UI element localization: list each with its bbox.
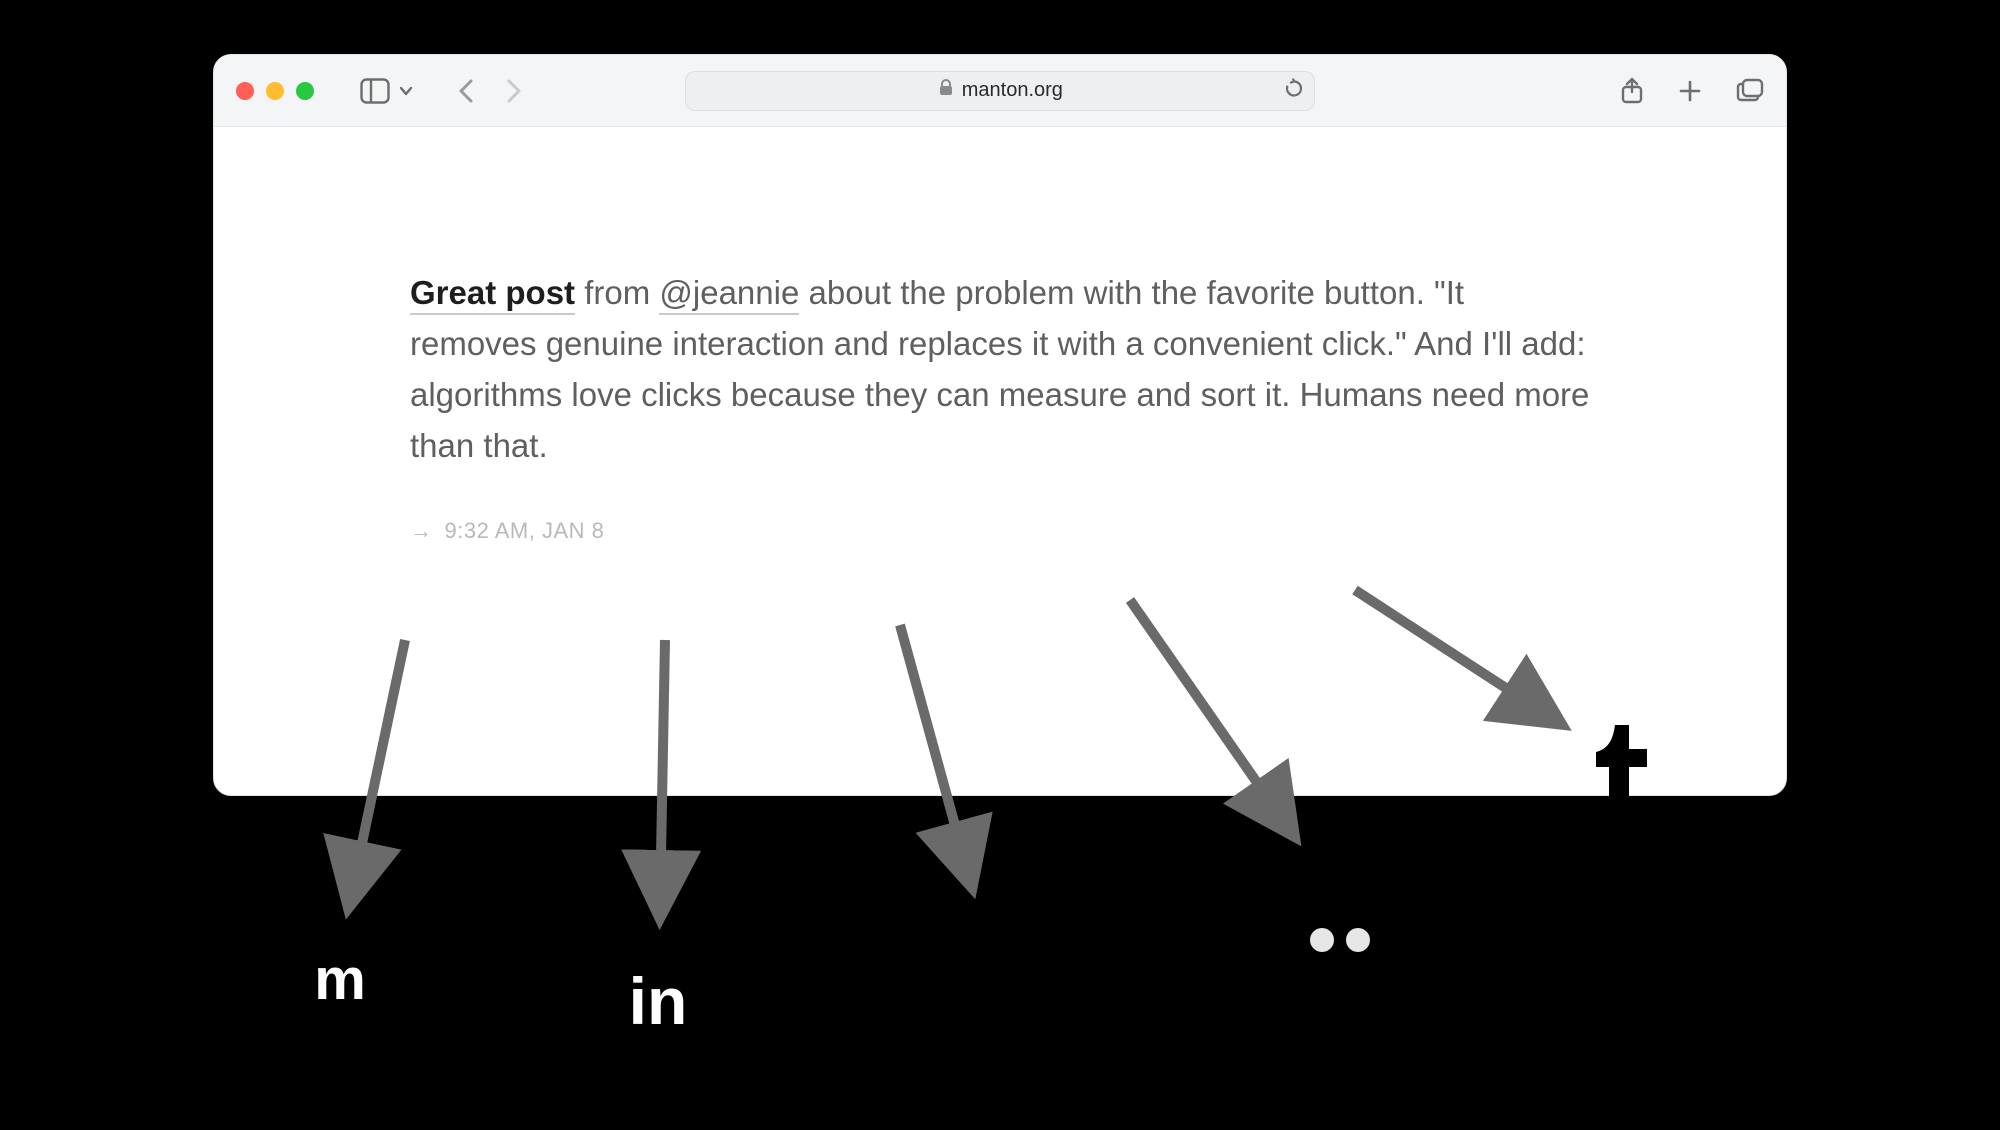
post-text-1: from bbox=[575, 274, 659, 311]
back-button[interactable] bbox=[456, 78, 478, 104]
tumblr-icon bbox=[1580, 720, 1660, 830]
flickr-dot-right bbox=[1346, 928, 1370, 952]
sidebar-menu-chevron-icon[interactable] bbox=[398, 83, 414, 99]
sidebar-toggle-button[interactable] bbox=[360, 78, 390, 104]
meta-arrow-icon: → bbox=[410, 518, 433, 544]
lock-icon bbox=[938, 79, 954, 103]
address-bar[interactable]: manton.org bbox=[685, 71, 1315, 111]
reload-button[interactable] bbox=[1284, 78, 1304, 103]
url-text: manton.org bbox=[962, 79, 1063, 102]
flickr-icon bbox=[1270, 890, 1410, 990]
browser-toolbar: manton.org bbox=[214, 55, 1786, 127]
share-button[interactable] bbox=[1620, 77, 1644, 105]
mastodon-icon: m bbox=[300, 940, 380, 1020]
post-lead-link[interactable]: Great post bbox=[410, 274, 575, 315]
tab-overview-button[interactable] bbox=[1736, 78, 1764, 104]
post-mention-link[interactable]: @jeannie bbox=[659, 274, 799, 315]
mastodon-glyph: m bbox=[314, 951, 366, 1009]
forward-button[interactable] bbox=[502, 78, 524, 104]
post-meta[interactable]: → 9:32 AM, JAN 8 bbox=[410, 518, 1590, 544]
post-timestamp: 9:32 AM, JAN 8 bbox=[445, 518, 605, 544]
window-controls bbox=[236, 82, 314, 100]
linkedin-icon: in bbox=[613, 960, 703, 1050]
page-content: Great post from @jeannie about the probl… bbox=[214, 127, 1786, 544]
zoom-window-button[interactable] bbox=[296, 82, 314, 100]
platform-badge-3 bbox=[920, 920, 1060, 1060]
flickr-dot-left bbox=[1310, 928, 1334, 952]
linkedin-glyph: in bbox=[629, 968, 688, 1034]
close-window-button[interactable] bbox=[236, 82, 254, 100]
post-body: Great post from @jeannie about the probl… bbox=[410, 267, 1590, 472]
browser-window: manton.org Great post from bbox=[213, 54, 1787, 796]
new-tab-button[interactable] bbox=[1678, 79, 1702, 103]
minimize-window-button[interactable] bbox=[266, 82, 284, 100]
